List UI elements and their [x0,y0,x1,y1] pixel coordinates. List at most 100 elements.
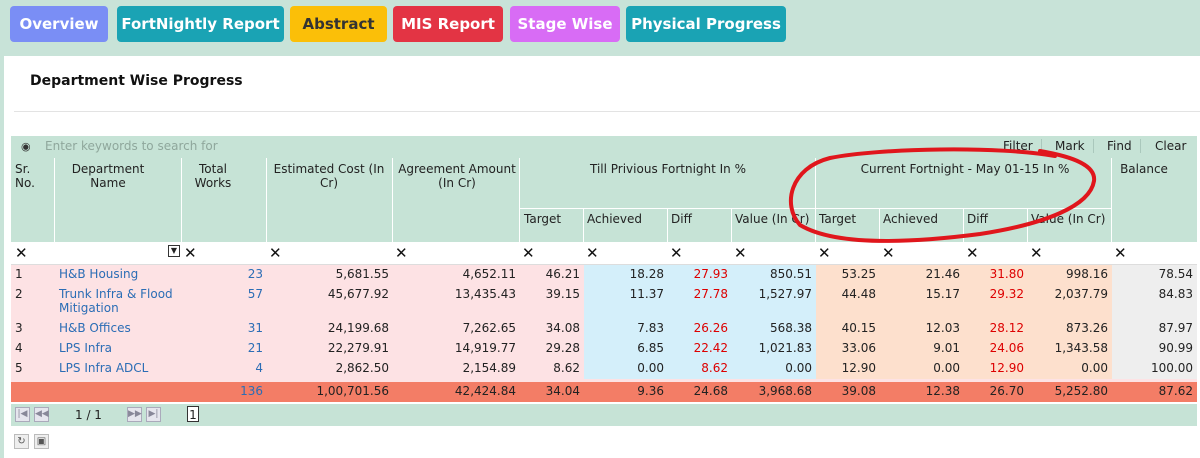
cell-works-link[interactable]: 31 [182,319,267,339]
clear-button[interactable]: Clear [1155,139,1186,153]
table-row[interactable]: 2 Trunk Infra & Flood Mitigation 57 45,6… [11,285,1197,319]
cell-prev-target: 46.21 [520,265,584,285]
grid-header: Sr. No. Department Name Total Works Esti… [11,158,1197,242]
section-title: Department Wise Progress [30,73,243,89]
cell-cur-value: 873.26 [1028,319,1112,339]
cell-balance: 78.54 [1112,265,1197,285]
search-input[interactable]: Enter keywords to search for [45,139,218,153]
filter-clear-prev-achieved[interactable]: ✕ [586,244,599,262]
dropdown-icon[interactable]: ▼ [168,245,180,257]
header-prev-diff: Diff [671,212,692,226]
cell-department-link[interactable]: Trunk Infra & Flood Mitigation [55,285,182,319]
total-dept [55,382,182,402]
table-row[interactable]: 3 H&B Offices 31 24,199.68 7,262.65 34.0… [11,319,1197,339]
filter-clear-prev-target[interactable]: ✕ [522,244,535,262]
cell-prev-target: 29.28 [520,339,584,359]
cell-sr: 1 [11,265,55,285]
table-row[interactable]: 1 H&B Housing 23 5,681.55 4,652.11 46.21… [11,265,1197,285]
header-current-fortnight: Current Fortnight - May 01-15 In % [860,162,1070,176]
refresh-icon[interactable]: ↻ [14,434,29,449]
cell-agr: 14,919.77 [393,339,520,359]
cell-works-link[interactable]: 57 [182,285,267,319]
tab-physical-progress[interactable]: Physical Progress [626,6,786,42]
table-row[interactable]: 5 LPS Infra ADCL 4 2,862.50 2,154.89 8.6… [11,359,1197,379]
totals-row: 136 1,00,701.56 42,424.84 34.04 9.36 24.… [11,382,1197,402]
filter-button[interactable]: Filter [1003,139,1042,153]
header-department: Department Name [71,162,145,190]
cell-cur-value: 1,343.58 [1028,339,1112,359]
cell-cur-achieved: 15.17 [880,285,964,319]
cell-department-link[interactable]: H&B Housing [55,265,182,285]
cell-balance: 100.00 [1112,359,1197,379]
top-tab-bar: Overview FortNightly Report Abstract MIS… [0,0,1200,56]
mark-button[interactable]: Mark [1055,139,1094,153]
cell-prev-diff: 8.62 [668,359,732,379]
cell-cur-target: 33.06 [816,339,880,359]
tab-stage-wise[interactable]: Stage Wise [510,6,620,42]
cell-cur-target: 12.90 [816,359,880,379]
cell-cur-achieved: 0.00 [880,359,964,379]
tab-mis-report[interactable]: MIS Report [393,6,503,42]
cell-department-link[interactable]: H&B Offices [55,319,182,339]
cell-cur-target: 44.48 [816,285,880,319]
filter-clear-sr[interactable]: ✕ [15,244,28,262]
last-page-icon[interactable]: ▶| [146,407,161,422]
prev-page-icon[interactable]: ◀◀ [34,407,49,422]
tab-mis-label: MIS Report [401,15,495,33]
cell-prev-target: 39.15 [520,285,584,319]
next-page-icon[interactable]: ▶▶ [127,407,142,422]
filter-clear-balance[interactable]: ✕ [1114,244,1127,262]
filter-clear-agr[interactable]: ✕ [395,244,408,262]
total-prev-diff: 24.68 [668,382,732,402]
cell-sr: 2 [11,285,55,319]
find-button[interactable]: Find [1107,139,1141,153]
cell-prev-achieved: 11.37 [584,285,668,319]
cell-agr: 13,435.43 [393,285,520,319]
cell-cur-diff: 24.06 [964,339,1028,359]
first-page-icon[interactable]: |◀ [15,407,30,422]
header-agreement-amount: Agreement Amount (In Cr) [398,162,516,190]
table-row[interactable]: 4 LPS Infra 21 22,279.91 14,919.77 29.28… [11,339,1197,359]
tab-stage-wise-label: Stage Wise [517,15,613,33]
cell-prev-achieved: 18.28 [584,265,668,285]
filter-clear-prev-diff[interactable]: ✕ [670,244,683,262]
cell-prev-achieved: 0.00 [584,359,668,379]
page-number-input[interactable]: 1 [187,406,199,422]
header-total-works: Total Works [194,162,232,190]
total-balance: 87.62 [1112,382,1197,402]
cell-prev-diff: 27.93 [668,265,732,285]
cell-est: 45,677.92 [267,285,393,319]
header-sr-no: Sr. No. [15,162,35,190]
filter-clear-prev-value[interactable]: ✕ [734,244,747,262]
cell-cur-achieved: 9.01 [880,339,964,359]
total-cur-target: 39.08 [816,382,880,402]
header-prev-target: Target [524,212,562,226]
tab-overview[interactable]: Overview [10,6,108,42]
filter-clear-cur-achieved[interactable]: ✕ [882,244,895,262]
cell-works-link[interactable]: 21 [182,339,267,359]
header-balance: Balance [1120,162,1168,176]
filter-row: ✕ ▼ ✕ ✕ ✕ ✕ ✕ ✕ ✕ ✕ ✕ ✕ ✕ ✕ [11,242,1197,265]
filter-clear-cur-diff[interactable]: ✕ [966,244,979,262]
cell-cur-achieved: 21.46 [880,265,964,285]
header-cur-achieved: Achieved [883,212,939,226]
search-radio-icon[interactable]: ◉ [21,140,31,153]
filter-clear-cur-target[interactable]: ✕ [818,244,831,262]
cell-prev-value: 568.38 [732,319,816,339]
filter-clear-works[interactable]: ✕ [184,244,197,262]
filter-clear-cur-value[interactable]: ✕ [1030,244,1043,262]
divider [14,111,1200,112]
cell-est: 24,199.68 [267,319,393,339]
cell-department-link[interactable]: LPS Infra ADCL [55,359,182,379]
cell-works-link[interactable]: 4 [182,359,267,379]
filter-clear-est[interactable]: ✕ [269,244,282,262]
tab-abstract[interactable]: Abstract [290,6,387,42]
cell-works-link[interactable]: 23 [182,265,267,285]
total-cur-value: 5,252.80 [1028,382,1112,402]
header-estimated-cost: Estimated Cost (In Cr) [273,162,385,190]
tab-abstract-label: Abstract [302,15,375,33]
export-icon[interactable]: ▣ [34,434,49,449]
cell-department-link[interactable]: LPS Infra [55,339,182,359]
total-works: 136 [182,382,267,402]
tab-fortnightly-report[interactable]: FortNightly Report [117,6,284,42]
